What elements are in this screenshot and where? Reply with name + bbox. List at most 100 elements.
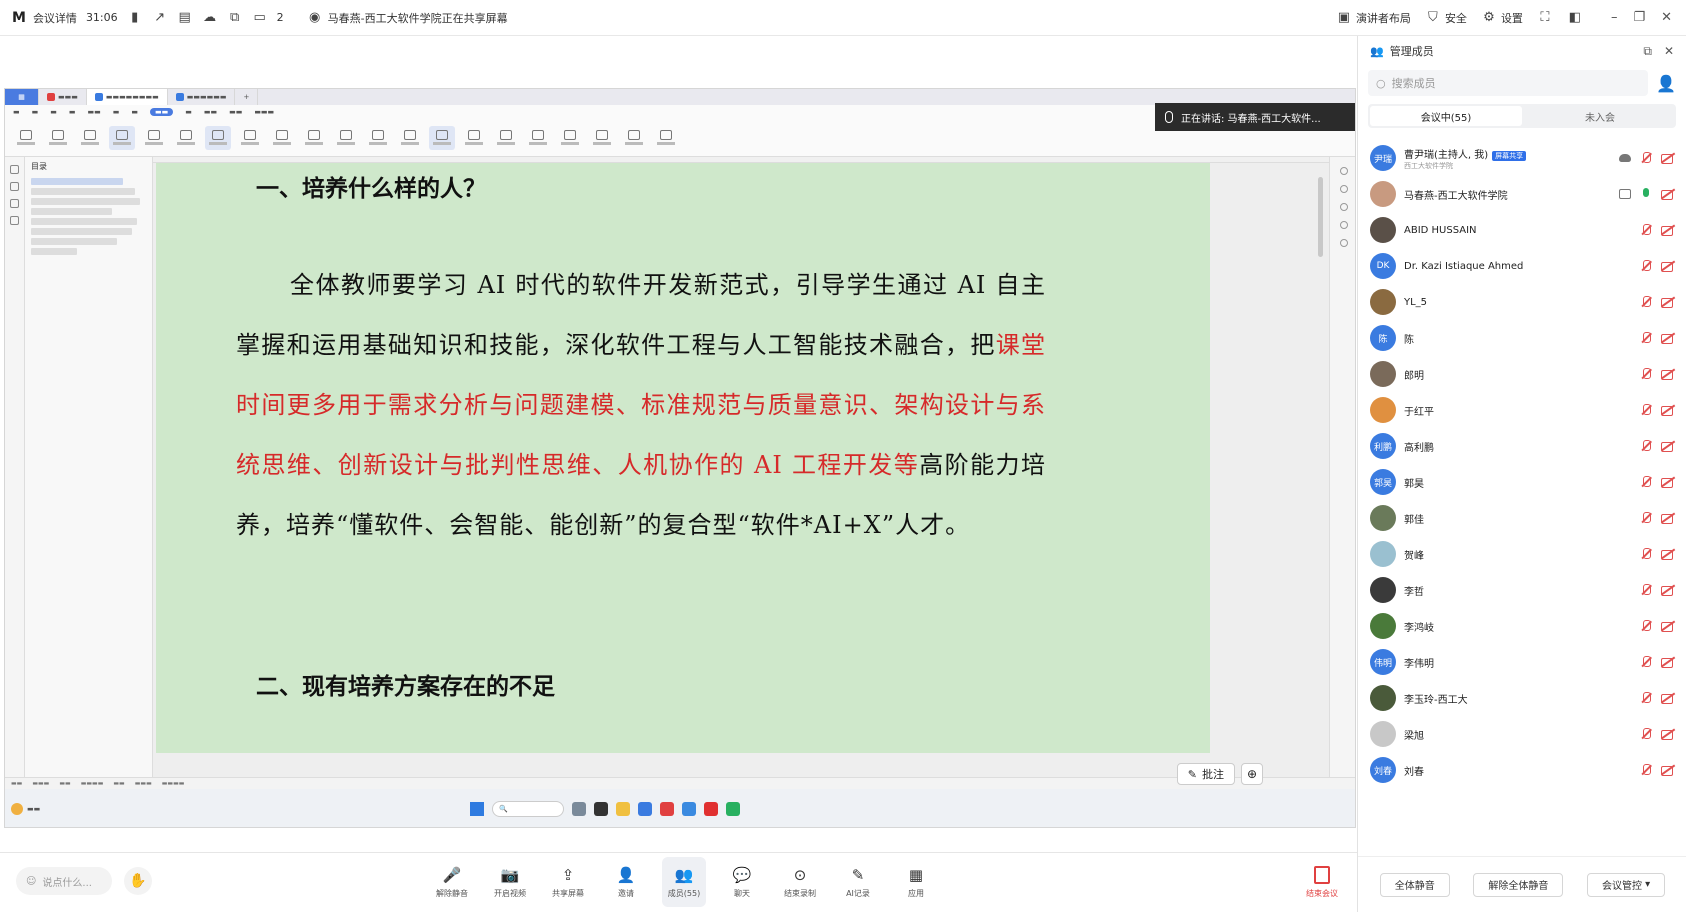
mic-muted-icon[interactable]	[1641, 620, 1651, 632]
member-name: 曹尹瑞(主持人, 我)	[1404, 149, 1489, 161]
mic-muted-icon[interactable]	[1641, 332, 1651, 344]
member-status-icons	[1641, 260, 1675, 272]
camera-off-icon[interactable]	[1661, 153, 1675, 164]
screen-count-icon[interactable]: ▭	[252, 10, 268, 26]
close-icon[interactable]: ✕	[1661, 10, 1672, 25]
camera-off-icon[interactable]	[1661, 405, 1675, 416]
mic-muted-icon[interactable]	[1641, 548, 1651, 560]
toolbar-button-apps[interactable]: ▦ 应用	[894, 857, 938, 907]
member-status-icons	[1641, 296, 1675, 308]
raise-hand-icon[interactable]: ✋	[124, 867, 152, 895]
add-member-icon[interactable]: 👤	[1656, 74, 1676, 93]
toolbar-button-mic[interactable]: 🎤 解除静音	[430, 857, 474, 907]
camera-off-icon[interactable]	[1661, 513, 1675, 524]
member-row[interactable]: 郭昊 郭昊	[1358, 464, 1686, 500]
unmute-all-button[interactable]: 解除全体静音	[1473, 872, 1564, 897]
tab-in-meeting[interactable]: 会议中(55)	[1370, 106, 1522, 126]
fullscreen-icon[interactable]: ⛶	[1537, 10, 1553, 26]
camera-off-icon[interactable]	[1661, 189, 1675, 200]
mic-muted-icon[interactable]	[1641, 512, 1651, 524]
cloud-icon[interactable]: ☁	[202, 10, 218, 26]
mic-muted-icon[interactable]	[1641, 656, 1651, 668]
member-row[interactable]: DK Dr. Kazi Istiaque Ahmed	[1358, 248, 1686, 284]
mic-muted-icon[interactable]	[1641, 296, 1651, 308]
toolbar-button-share-screen[interactable]: ⇪ 共享屏幕	[546, 857, 590, 907]
signal-icon[interactable]: ▮	[127, 10, 143, 26]
member-row[interactable]: 马春燕-西工大软件学院	[1358, 176, 1686, 212]
toolbar-button-ai[interactable]: ✎ AI记录	[836, 857, 880, 907]
zoom-icon[interactable]: ⊕	[1241, 763, 1263, 785]
mic-active-icon[interactable]	[1641, 188, 1651, 200]
mic-muted-icon[interactable]	[1641, 224, 1651, 236]
member-search-input[interactable]: ○ 搜索成员	[1368, 70, 1649, 96]
member-row[interactable]: 李玉玲-西工大	[1358, 680, 1686, 716]
member-row[interactable]: 郎明	[1358, 356, 1686, 392]
security-menu[interactable]: ⛉ 安全	[1425, 10, 1467, 26]
translate-icon[interactable]: ⧉	[227, 10, 243, 26]
member-row[interactable]: 郭佳	[1358, 500, 1686, 536]
quick-chat-input[interactable]: ☺ 说点什么...	[16, 867, 112, 895]
document-icon[interactable]: ▤	[177, 10, 193, 26]
member-row[interactable]: 尹瑞 曹尹瑞(主持人, 我) 屏幕共享 西工大软件学院	[1358, 140, 1686, 176]
mic-muted-icon[interactable]	[1641, 260, 1651, 272]
member-name-line: 高利鹏	[1404, 439, 1434, 454]
mic-muted-icon[interactable]	[1641, 764, 1651, 776]
camera-off-icon[interactable]	[1661, 657, 1675, 668]
annotate-button[interactable]: ✎ 批注	[1176, 763, 1235, 785]
toolbar-button-camera[interactable]: 📷 开启视频	[488, 857, 532, 907]
camera-off-icon[interactable]	[1661, 333, 1675, 344]
member-row[interactable]: 贺峰	[1358, 536, 1686, 572]
mic-muted-icon[interactable]	[1641, 728, 1651, 740]
member-name-line: 贺峰	[1404, 547, 1424, 562]
member-row[interactable]: 梁旭	[1358, 716, 1686, 752]
sidebar-toggle-icon[interactable]: ◧	[1567, 10, 1583, 26]
mic-muted-icon[interactable]	[1641, 440, 1651, 452]
mic-muted-icon[interactable]	[1641, 692, 1651, 704]
tab-not-joined[interactable]: 未入会	[1524, 104, 1676, 128]
meeting-control-button[interactable]: 会议管控 ▾	[1586, 872, 1666, 897]
mic-muted-icon[interactable]	[1641, 404, 1651, 416]
member-row[interactable]: 利鹏 高利鹏	[1358, 428, 1686, 464]
member-row[interactable]: 刘春 刘春	[1358, 752, 1686, 788]
camera-off-icon[interactable]	[1661, 621, 1675, 632]
end-meeting-button[interactable]: 结束会议	[1300, 857, 1344, 907]
toolbar-button-invite[interactable]: 👤 邀请	[604, 857, 648, 907]
camera-off-icon[interactable]	[1661, 729, 1675, 740]
mic-muted-icon[interactable]	[1641, 368, 1651, 380]
external-link-icon[interactable]: ↗	[152, 10, 168, 26]
settings-button[interactable]: ⚙ 设置	[1481, 10, 1523, 26]
member-row[interactable]: ABID HUSSAIN	[1358, 212, 1686, 248]
camera-off-icon[interactable]	[1661, 369, 1675, 380]
camera-off-icon[interactable]	[1661, 225, 1675, 236]
popout-icon[interactable]: ⧉	[1643, 44, 1652, 59]
member-row[interactable]: 伟明 李伟明	[1358, 644, 1686, 680]
minimize-icon[interactable]: –	[1611, 10, 1618, 25]
toolbar-button-record[interactable]: ⊙ 结束录制	[778, 857, 822, 907]
restore-icon[interactable]: ❐	[1633, 10, 1645, 25]
member-row[interactable]: 于红平	[1358, 392, 1686, 428]
camera-off-icon[interactable]	[1661, 549, 1675, 560]
member-name-line: 曹尹瑞(主持人, 我) 屏幕共享	[1404, 146, 1527, 161]
panel-close-icon[interactable]: ✕	[1664, 44, 1674, 59]
camera-off-icon[interactable]	[1661, 441, 1675, 452]
camera-off-icon[interactable]	[1661, 693, 1675, 704]
camera-off-icon[interactable]	[1661, 477, 1675, 488]
mic-muted-icon[interactable]	[1641, 584, 1651, 596]
member-row[interactable]: YL_5	[1358, 284, 1686, 320]
layout-menu[interactable]: ▣ 演讲者布局	[1336, 10, 1411, 26]
mic-muted-icon[interactable]	[1641, 476, 1651, 488]
meeting-info-link[interactable]: 会议详情	[33, 10, 77, 26]
mic-muted-icon[interactable]	[1641, 152, 1651, 164]
member-status-icons	[1641, 224, 1675, 236]
toolbar-button-members[interactable]: 👥 成员(55)	[662, 857, 706, 907]
camera-off-icon[interactable]	[1661, 765, 1675, 776]
member-row[interactable]: 陈陈	[1358, 320, 1686, 356]
toolbar-button-chat[interactable]: 💬 聊天	[720, 857, 764, 907]
member-row[interactable]: 李鸿岐	[1358, 608, 1686, 644]
mute-all-button[interactable]: 全体静音	[1379, 872, 1450, 897]
member-name-line: 郎明	[1404, 367, 1424, 382]
member-row[interactable]: 李哲	[1358, 572, 1686, 608]
camera-off-icon[interactable]	[1661, 297, 1675, 308]
camera-off-icon[interactable]	[1661, 585, 1675, 596]
camera-off-icon[interactable]	[1661, 261, 1675, 272]
